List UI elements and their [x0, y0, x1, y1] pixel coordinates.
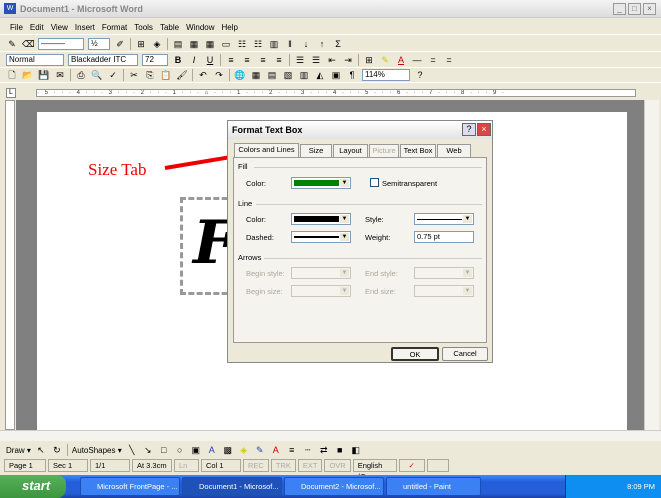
line-color-swatch [294, 216, 339, 222]
draw-menu[interactable]: Draw ▾ [6, 446, 31, 455]
wordart-icon[interactable]: A [206, 445, 218, 456]
shadow-icon[interactable]: ■ [334, 445, 346, 456]
colors-lines-panel: Fill Color: ▼ Semitransparent Line Color… [233, 157, 487, 343]
dashed-select[interactable]: ▼ [291, 231, 351, 243]
begin-size-select: ▼ [291, 285, 351, 297]
clipart-icon[interactable]: ▩ [222, 445, 234, 456]
end-size-label: End size: [365, 287, 396, 296]
tab-web[interactable]: Web [437, 144, 471, 157]
dialog-title: Format Text Box [228, 121, 492, 139]
select-objects-icon[interactable]: ↖ [35, 445, 47, 456]
line-style-select[interactable]: ▼ [414, 213, 474, 225]
tab-size[interactable]: Size [300, 144, 332, 157]
status-pages: 1/1 [90, 459, 130, 472]
begin-style-label: Begin style: [246, 269, 285, 278]
status-language: English (Ca [352, 459, 397, 481]
weight-label: Weight: [365, 233, 391, 242]
status-ln: Ln [174, 459, 199, 472]
clock: 8:09 PM [627, 482, 655, 491]
end-style-select: ▼ [414, 267, 474, 279]
status-trk[interactable]: TRK [270, 459, 296, 472]
start-button[interactable]: start [0, 475, 66, 498]
status-blank [426, 459, 449, 472]
tab-text-box[interactable]: Text Box [400, 144, 436, 157]
fill-header: Fill [238, 162, 248, 171]
begin-style-select: ▼ [291, 267, 351, 279]
arrow-tool-icon[interactable]: ↘ [142, 445, 154, 456]
line-tool-icon[interactable]: ╲ [126, 445, 138, 456]
style-label: Style: [365, 215, 384, 224]
status-section: Sec 1 [48, 459, 88, 472]
status-col: Col 1 [201, 459, 241, 472]
arrows-header: Arrows [238, 253, 262, 262]
3d-icon[interactable]: ◧ [350, 445, 362, 456]
dash-style-icon[interactable]: ┄ [302, 445, 314, 456]
dashed-label: Dashed: [246, 233, 274, 242]
task-document2[interactable]: Document2 - Microsof... [284, 477, 384, 496]
ok-button[interactable]: OK [391, 347, 439, 361]
cancel-button[interactable]: Cancel [442, 347, 488, 361]
tab-colors-and-lines[interactable]: Colors and Lines [234, 143, 299, 157]
status-page: Page 1 [4, 459, 46, 472]
textbox-icon[interactable]: ▣ [190, 445, 202, 456]
arrow-style-icon[interactable]: ⇄ [318, 445, 330, 456]
weight-spinner[interactable]: 0.75 pt [414, 231, 474, 243]
taskbar: start Microsoft FrontPage - ... Document… [0, 475, 661, 498]
task-document1[interactable]: Document1 - Microsof... [182, 477, 282, 496]
fill-color-icon[interactable]: ◈ [238, 445, 250, 456]
drawing-toolbar: Draw ▾ ↖ ↻ AutoShapes ▾ ╲ ↘ □ ○ ▣ A ▩ ◈ ✎ A ≡ ┄ ⇄ ■ ◧ [0, 442, 661, 458]
line-header: Line [238, 199, 253, 208]
oval-icon[interactable]: ○ [174, 445, 186, 456]
rotate-icon[interactable]: ↻ [51, 445, 63, 456]
status-ext[interactable]: EXT [297, 459, 323, 472]
end-size-select: ▼ [414, 285, 474, 297]
line-color-select[interactable]: ▼ [291, 213, 351, 225]
end-style-label: End style: [365, 269, 398, 278]
task-paint[interactable]: untitled - Paint [386, 477, 481, 496]
autoshapes-menu[interactable]: AutoShapes ▾ [72, 446, 122, 455]
semitransparent-label: Semitransparent [382, 179, 438, 188]
fill-color-select[interactable]: ▼ [291, 177, 351, 189]
line-color-label: Color: [246, 215, 267, 224]
status-at: At 3.3cm [132, 459, 172, 472]
task-frontpage[interactable]: Microsoft FrontPage - ... [80, 477, 180, 496]
semitransparent-checkbox[interactable] [370, 178, 379, 187]
fill-color-swatch [294, 180, 339, 186]
rectangle-icon[interactable]: □ [158, 445, 170, 456]
format-text-box-dialog: Format Text Box ? × Colors and Lines Siz… [227, 120, 493, 363]
line-color-icon[interactable]: ✎ [254, 445, 266, 456]
help-button[interactable]: ? [462, 123, 476, 136]
tab-picture: Picture [369, 144, 399, 157]
dialog-close-button[interactable]: × [477, 123, 491, 136]
line-style-icon[interactable]: ≡ [286, 445, 298, 456]
system-tray: 8:09 PM [565, 475, 661, 498]
fill-color-label: Color: [246, 179, 267, 188]
status-ovr[interactable]: OVR [324, 459, 351, 472]
status-bar: Page 1 Sec 1 1/1 At 3.3cm Ln Col 1 REC T… [0, 459, 661, 481]
font-color-icon-2[interactable]: A [270, 445, 282, 456]
status-rec[interactable]: REC [243, 459, 269, 472]
tab-layout[interactable]: Layout [333, 144, 368, 157]
spelling-status-icon[interactable]: ✓ [398, 459, 425, 472]
begin-size-label: Begin size: [246, 287, 283, 296]
